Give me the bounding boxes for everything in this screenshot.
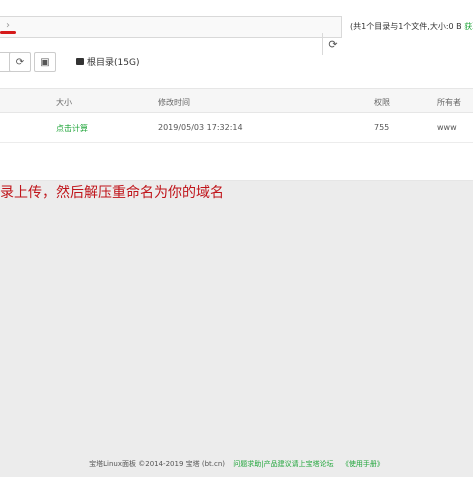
header-size[interactable]: 大小	[56, 97, 72, 108]
path-refresh-icon[interactable]: ⟳	[322, 33, 343, 55]
instruction-annotation: 录上传，然后解压重命名为你的域名	[0, 185, 224, 201]
red-underline-annotation	[0, 31, 16, 34]
footer-manual-link[interactable]: 《使用手册》	[342, 460, 384, 468]
terminal-button[interactable]: ▣	[34, 52, 56, 72]
header-modified[interactable]: 修改时间	[158, 97, 190, 108]
directory-summary: (共1个目录与1个文件,大小:0 B 获取	[350, 21, 473, 32]
table-row[interactable]: 点击计算 2019/05/03 17:32:14 755 www	[0, 113, 473, 143]
table-header: 大小 修改时间 权限 所有者	[0, 88, 473, 113]
refresh-button[interactable]: ⟳	[9, 52, 31, 72]
footer-feedback-link[interactable]: 问题求助|产品建议请上宝塔论坛	[233, 460, 333, 468]
footer-copyright: 宝塔Linux面板 ©2014-2019 宝塔 (bt.cn)	[89, 460, 226, 468]
cell-modified: 2019/05/03 17:32:14	[158, 123, 243, 132]
file-manager-panel: › ⟳ (共1个目录与1个文件,大小:0 B 获取 ⟳ ▣ 根目录(15G) 大…	[0, 0, 473, 181]
calculate-size-link[interactable]: 点击计算	[56, 123, 88, 134]
footer: 宝塔Linux面板 ©2014-2019 宝塔 (bt.cn) 问题求助|产品建…	[0, 459, 473, 469]
root-directory-button[interactable]: 根目录(15G)	[76, 55, 139, 68]
chevron-right-icon: ›	[6, 20, 10, 31]
summary-text: (共1个目录与1个文件,大小:0 B	[350, 22, 462, 31]
disk-icon	[76, 58, 84, 65]
terminal-icon: ▣	[40, 56, 50, 68]
header-permission[interactable]: 权限	[374, 97, 390, 108]
header-owner[interactable]: 所有者	[437, 97, 461, 108]
refresh-icon: ⟳	[15, 56, 25, 68]
path-input[interactable]: › ⟳	[0, 16, 342, 55]
cell-owner[interactable]: www	[437, 123, 457, 132]
get-size-link[interactable]: 获取	[464, 22, 473, 31]
cell-permission[interactable]: 755	[374, 123, 389, 132]
root-dir-label: 根目录(15G)	[87, 58, 140, 68]
